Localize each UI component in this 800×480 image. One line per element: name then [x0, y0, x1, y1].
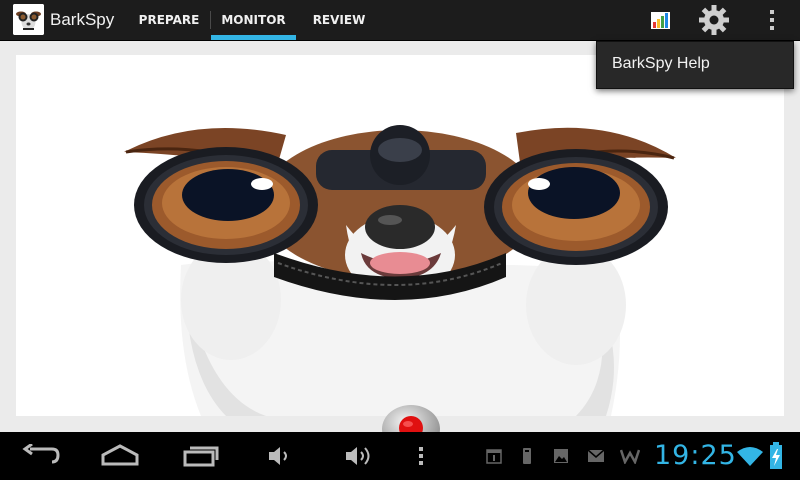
settings-gear-icon[interactable] — [698, 5, 730, 35]
gallery-icon[interactable] — [553, 448, 569, 464]
wifi-icon — [737, 447, 763, 466]
tab-prepare[interactable]: PREPARE — [128, 0, 210, 40]
tab-review[interactable]: REVIEW — [297, 0, 381, 40]
home-icon[interactable] — [100, 444, 140, 468]
usb-icon[interactable] — [521, 447, 533, 465]
email-icon[interactable] — [587, 449, 605, 463]
volume-up-icon[interactable] — [344, 444, 376, 468]
overflow-dropdown-menu: BarkSpy Help — [596, 41, 794, 89]
back-icon[interactable] — [22, 444, 60, 468]
action-bar: BarkSpy PREPARE MONITOR REVIEW — [0, 0, 800, 41]
dog-with-binoculars-image — [124, 125, 676, 416]
battery-charging-icon — [770, 442, 782, 469]
app-title: BarkSpy — [50, 10, 115, 29]
w-app-icon[interactable] — [620, 448, 640, 464]
calendar-icon[interactable] — [486, 448, 502, 464]
selected-tab-indicator — [211, 35, 296, 40]
volume-down-icon[interactable] — [267, 446, 293, 466]
recent-apps-icon[interactable] — [182, 444, 220, 468]
overflow-menu-icon[interactable] — [760, 5, 784, 35]
menu-item-help[interactable]: BarkSpy Help — [612, 55, 710, 73]
tab-monitor[interactable]: MONITOR — [211, 0, 296, 40]
menu-dots-icon[interactable] — [417, 446, 425, 466]
bar-chart-icon[interactable] — [648, 5, 680, 35]
status-clock: 19:25 — [654, 440, 737, 471]
monitor-panel — [16, 55, 784, 453]
app-logo-icon[interactable] — [13, 4, 44, 35]
